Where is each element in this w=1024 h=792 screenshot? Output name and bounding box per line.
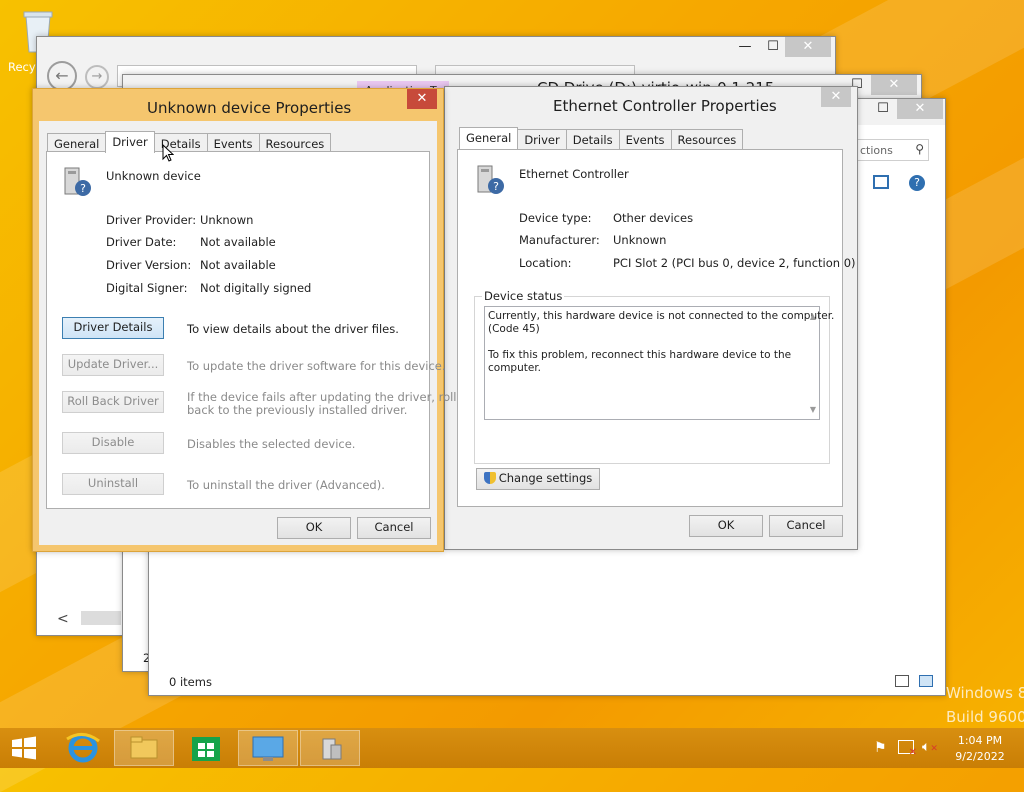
taskbar-file-explorer-icon[interactable] xyxy=(114,730,174,766)
help-icon[interactable]: ? xyxy=(909,175,925,191)
clock-time[interactable]: 1:04 PM xyxy=(950,734,1010,747)
scroll-left-button[interactable]: < xyxy=(57,611,77,627)
tiles-view-icon[interactable] xyxy=(919,675,933,687)
field-label: Location: xyxy=(519,256,572,270)
taskbar-device-manager-icon[interactable] xyxy=(300,730,360,766)
shield-icon xyxy=(483,472,496,484)
tab-panel: ? Ethernet Controller Device type: Other… xyxy=(457,149,856,507)
field-label: Driver Provider: xyxy=(106,213,197,227)
field-value: PCI Slot 2 (PCI bus 0, device 2, functio… xyxy=(613,256,856,270)
action-description: If the device fails after updating the d… xyxy=(187,390,457,404)
status-items: 0 items xyxy=(169,675,212,689)
device-unknown-icon: ? xyxy=(474,162,506,194)
driver-details-button[interactable]: Driver Details xyxy=(62,317,164,339)
action-description: Disables the selected device. xyxy=(187,437,356,451)
taskbar-store-icon[interactable] xyxy=(176,730,236,766)
tab-events[interactable]: Events xyxy=(206,133,260,153)
tab-resources[interactable]: Resources xyxy=(670,129,744,149)
device-status-text[interactable]: Currently, this hardware device is not c… xyxy=(484,306,834,420)
volume-muted-icon[interactable]: 🔈︎✕ xyxy=(922,739,938,755)
ok-button[interactable]: OK xyxy=(689,515,763,537)
ethernet-properties-dialog[interactable]: Ethernet Controller Properties ✕ General… xyxy=(444,86,858,550)
field-value: Unknown xyxy=(200,213,254,227)
close-button[interactable]: ✕ xyxy=(897,99,943,119)
unknown-device-properties-dialog[interactable]: Unknown device Properties ✕ General Driv… xyxy=(32,88,457,552)
disable-button[interactable]: Disable xyxy=(62,432,164,454)
scroll-up-icon[interactable]: ▲ xyxy=(810,310,816,323)
action-center-flag-icon[interactable]: ⚑ xyxy=(874,740,887,756)
maximize-button[interactable]: ☐ xyxy=(759,37,787,57)
device-name: Ethernet Controller xyxy=(519,167,629,181)
network-disconnected-icon[interactable]: ✕ xyxy=(898,740,917,758)
clock-date[interactable]: 9/2/2022 xyxy=(950,750,1010,763)
field-label: Driver Date: xyxy=(106,235,177,249)
field-label: Device type: xyxy=(519,211,592,225)
close-button[interactable]: ✕ xyxy=(821,87,851,107)
field-label: Digital Signer: xyxy=(106,281,188,295)
field-value: Not digitally signed xyxy=(200,281,312,295)
close-button[interactable]: ✕ xyxy=(407,89,437,109)
action-description: back to the previously installed driver. xyxy=(187,403,408,417)
tab-resources[interactable]: Resources xyxy=(258,133,332,153)
start-button[interactable] xyxy=(10,736,38,760)
search-box[interactable]: ctions ⚲ xyxy=(855,139,929,161)
tab-driver[interactable]: Driver xyxy=(517,129,567,149)
scroll-down-icon[interactable]: ▼ xyxy=(810,403,816,416)
taskbar-control-panel-icon[interactable] xyxy=(238,730,298,766)
tab-general[interactable]: General xyxy=(459,127,519,149)
mouse-cursor-icon xyxy=(162,143,175,165)
tab-panel: ? Unknown device Driver Provider: Unknow… xyxy=(46,151,457,509)
tab-details[interactable]: Details xyxy=(565,129,620,149)
dialog-title: Unknown device Properties xyxy=(147,99,352,117)
details-view-icon[interactable] xyxy=(895,675,909,687)
device-status-label: Device status xyxy=(482,289,565,303)
search-icon: ⚲ xyxy=(915,142,924,156)
tab-driver[interactable]: Driver xyxy=(105,131,155,153)
action-description: To view details about the driver files. xyxy=(187,322,399,336)
action-description: To update the driver software for this d… xyxy=(187,359,446,373)
dialog-title: Ethernet Controller Properties xyxy=(553,97,777,115)
svg-text:?: ? xyxy=(80,182,86,195)
field-value: Not available xyxy=(200,258,276,272)
watermark-line1: Windows 8.1 xyxy=(946,684,1024,702)
ok-button[interactable]: OK xyxy=(277,517,351,539)
taskbar: ⚑ ✕ 🔈︎✕ 1:04 PM 9/2/2022 xyxy=(0,728,1024,768)
update-driver-button[interactable]: Update Driver... xyxy=(62,354,164,376)
field-value: Unknown xyxy=(613,233,667,247)
tab-bar: General Driver Details Events Resources xyxy=(459,127,744,149)
cancel-button[interactable]: Cancel xyxy=(357,517,431,539)
action-description: To uninstall the driver (Advanced). xyxy=(187,478,385,492)
tab-general[interactable]: General xyxy=(47,133,107,153)
watermark-line2: Build 9600 xyxy=(946,708,1024,726)
device-name: Unknown device xyxy=(106,169,201,183)
minimize-button[interactable]: — xyxy=(731,37,759,57)
search-placeholder: ctions xyxy=(860,144,893,157)
change-settings-button[interactable]: Change settings xyxy=(476,468,600,490)
dialog-client-area: General Driver Details Events Resources … xyxy=(39,121,457,545)
close-button[interactable]: ✕ xyxy=(785,37,831,57)
cancel-button[interactable]: Cancel xyxy=(769,515,843,537)
field-label: Manufacturer: xyxy=(519,233,600,247)
svg-text:?: ? xyxy=(493,180,499,193)
forward-icon[interactable]: → xyxy=(85,65,109,89)
field-label: Driver Version: xyxy=(106,258,192,272)
roll-back-driver-button[interactable]: Roll Back Driver xyxy=(62,391,164,413)
tab-events[interactable]: Events xyxy=(618,129,672,149)
back-icon[interactable]: ← xyxy=(47,61,77,91)
maximize-button[interactable]: ☐ xyxy=(869,99,897,119)
tab-bar: General Driver Details Events Resources xyxy=(47,131,332,153)
device-unknown-icon: ? xyxy=(61,164,93,196)
close-button[interactable]: ✕ xyxy=(871,75,917,95)
details-pane-icon[interactable] xyxy=(873,175,889,189)
uninstall-button[interactable]: Uninstall xyxy=(62,473,164,495)
taskbar-internet-explorer-icon[interactable] xyxy=(52,730,112,766)
field-value: Not available xyxy=(200,235,276,249)
field-value: Other devices xyxy=(613,211,694,225)
